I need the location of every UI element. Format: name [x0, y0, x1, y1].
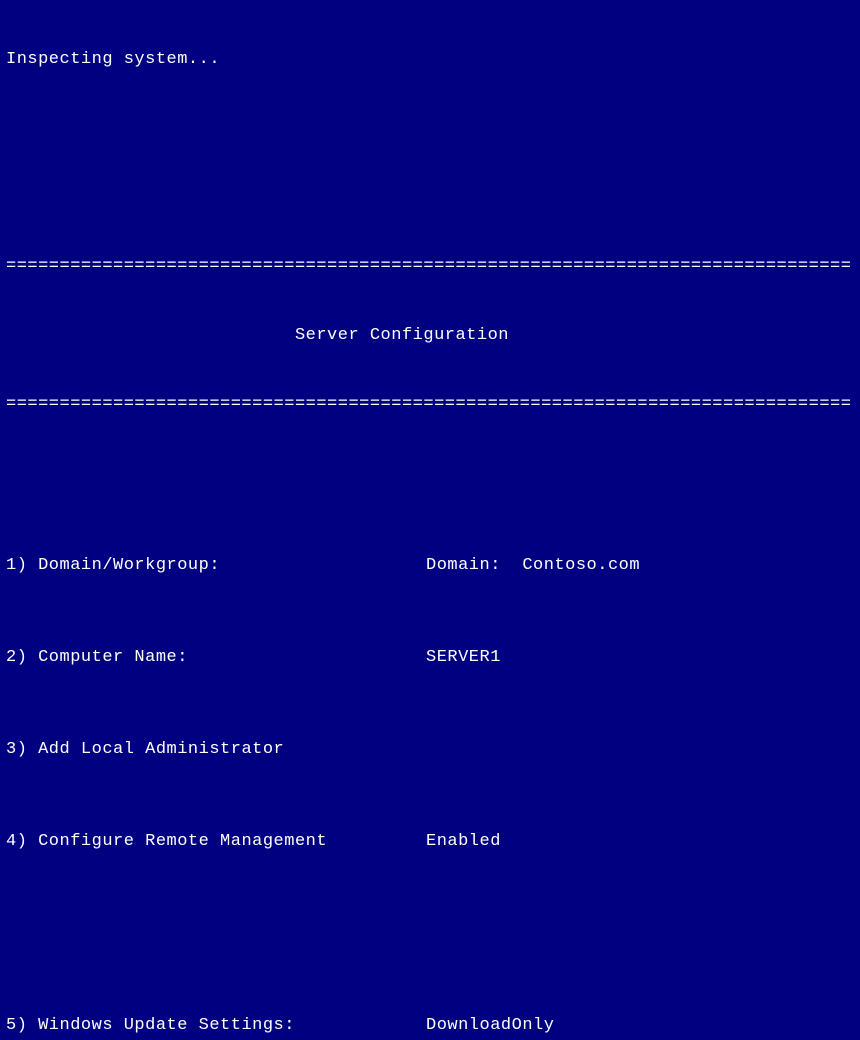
- divider-top: ========================================…: [6, 255, 854, 278]
- divider-bottom: ========================================…: [6, 393, 854, 416]
- status-line: Inspecting system...: [6, 48, 854, 71]
- blank-line: [6, 117, 854, 140]
- menu-item-computer-name[interactable]: 2) Computer Name: SERVER1: [6, 646, 854, 669]
- sconfig-terminal[interactable]: Inspecting system... ===================…: [0, 0, 860, 1040]
- menu-item-remote-management[interactable]: 4) Configure Remote Management Enabled: [6, 830, 854, 853]
- menu-item-add-local-admin[interactable]: 3) Add Local Administrator: [6, 738, 854, 761]
- menu-item-domain-workgroup[interactable]: 1) Domain/Workgroup: Domain: Contoso.com: [6, 554, 854, 577]
- blank-line: [6, 462, 854, 485]
- header-title: Server Configuration: [6, 324, 854, 347]
- menu-item-windows-update-settings[interactable]: 5) Windows Update Settings: DownloadOnly: [6, 1014, 854, 1037]
- blank-line: [6, 186, 854, 209]
- blank-line: [6, 922, 854, 945]
